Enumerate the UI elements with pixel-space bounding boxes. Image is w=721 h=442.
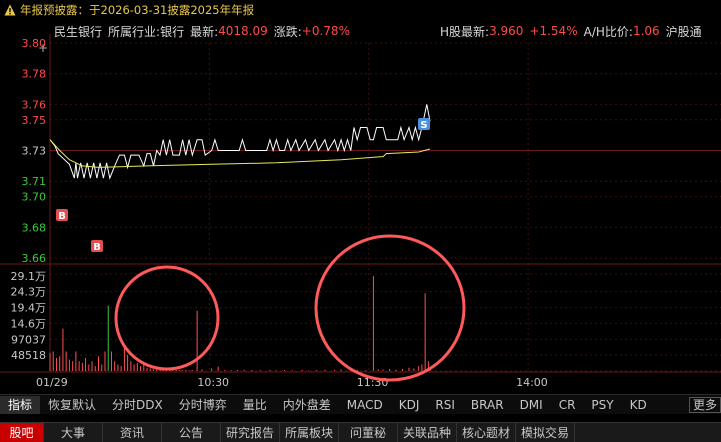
indicator-tab-3[interactable]: 分时博弈	[171, 396, 235, 414]
warning-icon	[4, 4, 16, 16]
intraday-chart[interactable]: 3.803.783.763.753.733.713.703.683.6629.1…	[0, 34, 721, 390]
notice-bar: 年报预披露：于2026-03-31披露2025年年报	[0, 0, 721, 20]
trade-marker-label: S	[420, 120, 427, 131]
indicator-tab-1[interactable]: 恢复默认	[40, 396, 104, 414]
separator	[0, 414, 721, 422]
indicator-tab-4[interactable]: 量比	[235, 396, 275, 414]
bottom-tab-7[interactable]: 关联品种	[398, 422, 457, 442]
price-tick-label: 3.76	[22, 98, 47, 111]
price-tick-label: 3.78	[22, 68, 47, 81]
indicator-tab-6[interactable]: MACD	[339, 396, 391, 414]
more-button[interactable]: 更多	[688, 396, 721, 413]
plus-icon: +	[38, 41, 48, 55]
indicator-tab-2[interactable]: 分时DDX	[104, 396, 171, 414]
bottom-tab-5[interactable]: 所属板块	[280, 422, 339, 442]
indicator-tab-11[interactable]: CR	[551, 396, 584, 414]
volume-tick-label: 19.4万	[11, 302, 47, 315]
bottom-tab-1[interactable]: 大事	[44, 422, 103, 442]
indicator-tab-0[interactable]: 指标	[0, 395, 41, 414]
time-label: 10:30	[197, 376, 229, 389]
volume-tick-label: 48518	[11, 349, 46, 362]
trade-marker-label: B	[93, 242, 101, 253]
bottom-tab-3[interactable]: 公告	[162, 422, 221, 442]
bottom-tab-6[interactable]: 问董秘	[339, 422, 398, 442]
bottom-tab-4[interactable]: 研究报告	[221, 422, 280, 442]
indicator-tab-8[interactable]: RSI	[427, 396, 463, 414]
indicator-tab-bar: 指标 恢复默认 分时DDX 分时博弈 量比 内外盘差 MACD KDJ RSI BRAR DMI CR…	[0, 394, 721, 414]
price-tick-label: 3.75	[22, 114, 47, 127]
time-label: 01/29	[36, 376, 68, 389]
bottom-tab-0[interactable]: 股吧	[0, 422, 44, 442]
bottom-tab-8[interactable]: 核心题材	[457, 422, 516, 442]
bottom-tab-bar: 股吧 大事 资讯 公告 研究报告 所属板块 问董秘 关联品种 核心题材 模拟交易	[0, 422, 721, 442]
bottom-tab-2[interactable]: 资讯	[103, 422, 162, 442]
volume-tick-label: 29.1万	[11, 270, 47, 283]
price-tick-label: 3.73	[22, 145, 47, 158]
trade-marker-label: B	[58, 211, 66, 222]
price-tick-label: 3.68	[22, 221, 47, 234]
volume-tick-label: 24.3万	[11, 286, 47, 299]
volume-tick-label: 97037	[11, 333, 46, 346]
annotation-circle	[114, 265, 220, 371]
indicator-tab-10[interactable]: DMI	[512, 396, 551, 414]
indicator-tab-5[interactable]: 内外盘差	[275, 396, 339, 414]
indicator-tab-12[interactable]: PSY	[583, 396, 621, 414]
indicator-tab-7[interactable]: KDJ	[391, 396, 428, 414]
time-label: 14:00	[516, 376, 548, 389]
volume-tick-label: 14.6万	[11, 317, 47, 330]
bottom-tab-9[interactable]: 模拟交易	[516, 422, 575, 442]
price-tick-label: 3.66	[22, 252, 47, 265]
price-tick-label: 3.71	[22, 175, 47, 188]
notice-text[interactable]: 年报预披露：于2026-03-31披露2025年年报	[20, 2, 254, 18]
price-tick-label: 3.70	[22, 191, 47, 204]
indicator-tab-9[interactable]: BRAR	[463, 396, 512, 414]
indicator-tab-13[interactable]: KD	[622, 396, 655, 414]
